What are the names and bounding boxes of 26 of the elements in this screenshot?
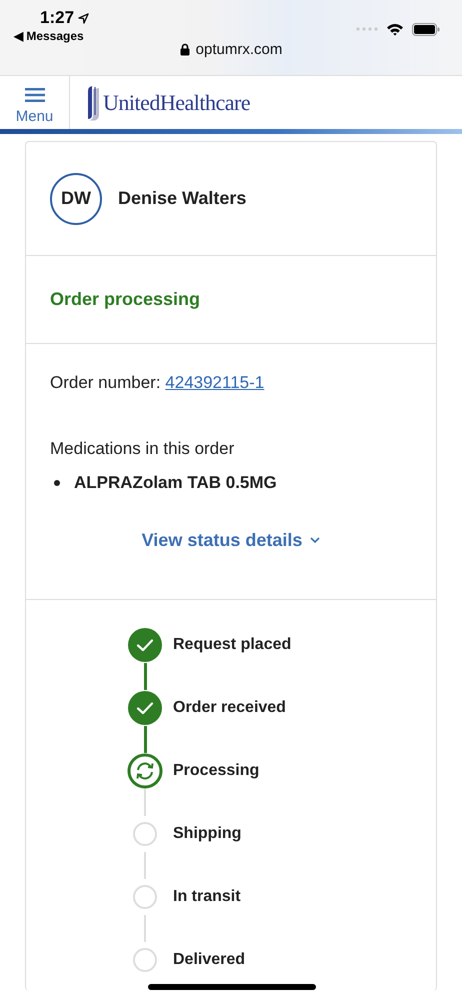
- step-label: Delivered: [173, 950, 246, 968]
- step-label: Order received: [173, 698, 286, 716]
- brand-logo[interactable]: UnitedHealthcare: [70, 76, 250, 129]
- order-status: Order processing: [50, 289, 200, 310]
- step-label: Shipping: [173, 824, 242, 842]
- back-to-app-link[interactable]: ◀ Messages: [14, 29, 90, 43]
- battery-icon: [412, 22, 440, 36]
- lock-icon: [180, 43, 190, 56]
- order-number-label: Order number:: [50, 373, 161, 392]
- member-name: Denise Walters: [118, 188, 246, 209]
- wifi-icon: [386, 22, 404, 36]
- address-bar[interactable]: optumrx.com: [180, 41, 282, 58]
- bullet: [54, 480, 60, 486]
- step-label: Request placed: [173, 636, 292, 654]
- signal-icon: [356, 26, 378, 32]
- step-label: Processing: [173, 762, 260, 780]
- location-arrow-icon: [78, 12, 90, 24]
- clock-time: 1:27: [40, 8, 74, 28]
- medication-name: ALPRAZolam TAB 0.5MG: [74, 473, 277, 493]
- chevron-down-icon: [310, 537, 320, 544]
- avatar-initials: DW: [50, 172, 102, 224]
- order-number-link[interactable]: 424392115-1: [165, 373, 264, 392]
- medications-heading: Medications in this order: [50, 439, 236, 459]
- step-label: In transit: [173, 888, 241, 906]
- view-status-details-link[interactable]: View status details: [142, 530, 320, 551]
- menu-icon: [24, 88, 44, 102]
